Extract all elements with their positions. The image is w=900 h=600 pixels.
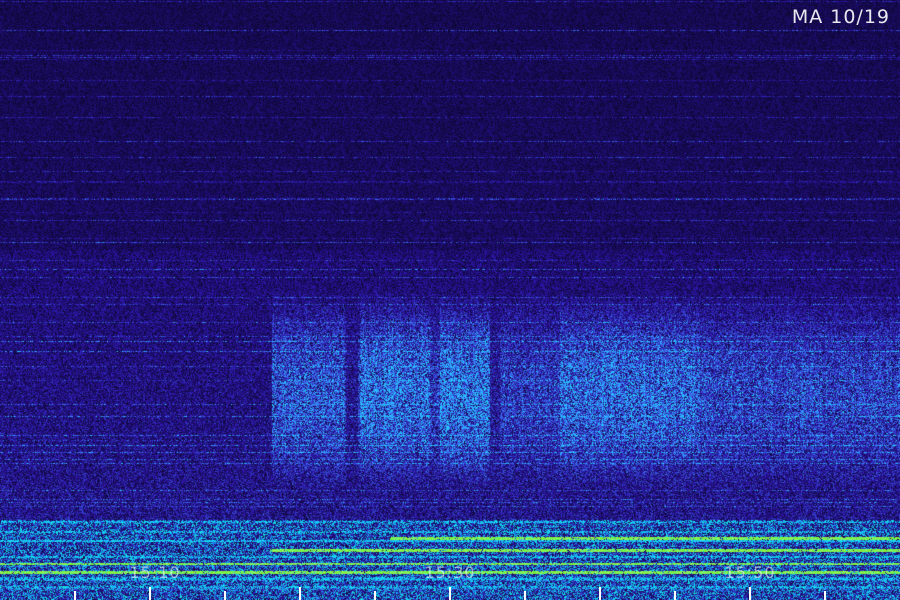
time-label-3: 15:50 — [724, 563, 776, 582]
time-label-2: 15:30 — [424, 563, 476, 582]
time-tick — [224, 591, 226, 600]
spectrogram-image — [0, 0, 900, 600]
time-tick — [299, 587, 301, 600]
station-date-label: MA 10/19 — [791, 6, 890, 28]
time-tick — [599, 587, 601, 600]
time-tick — [449, 587, 451, 600]
time-tick — [524, 591, 526, 600]
time-tick — [149, 587, 151, 600]
time-tick — [824, 591, 826, 600]
time-tick — [74, 591, 76, 600]
time-tick — [374, 591, 376, 600]
time-tick — [674, 591, 676, 600]
time-label-1: 15:10 — [129, 563, 181, 582]
time-tick — [749, 587, 751, 600]
time-axis: 15:10 15:30 15:50 — [0, 560, 900, 600]
